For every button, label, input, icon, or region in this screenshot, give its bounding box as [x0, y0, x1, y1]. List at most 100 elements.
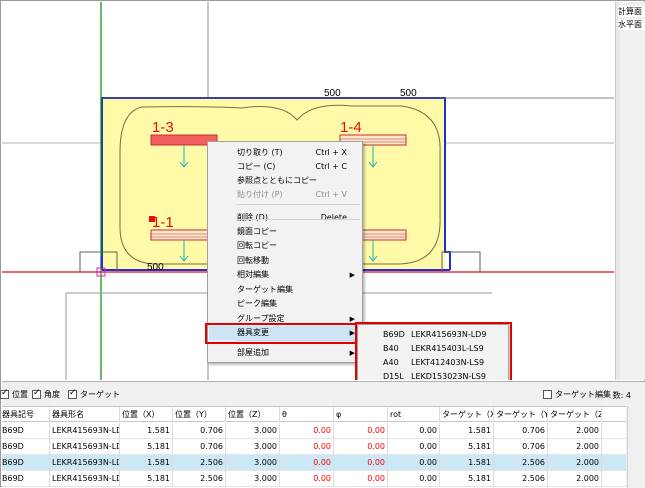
column-header[interactable]: ターゲット（X）: [440, 407, 494, 422]
table-cell[interactable]: 0.00: [388, 423, 440, 439]
context-menu-item[interactable]: 相対編集 ▶: [209, 268, 361, 282]
menu-item-shortcut: Ctrl + V: [315, 190, 348, 199]
table-row[interactable]: B69D LEKR415693N-LD9 5.181 0.706 3.000 0.00 0.…: [2, 439, 626, 455]
column-header[interactable]: 器具記号: [2, 407, 50, 422]
table-cell[interactable]: 0.00: [334, 439, 388, 455]
position-checkbox[interactable]: 位置: [0, 388, 28, 400]
fixture-table: 器具記号器具形名位置（X）位置（Y）位置（Z）θφrotターゲット（X）ターゲッ…: [2, 406, 626, 488]
menu-item-label: 参照点とともにコピー: [237, 176, 317, 185]
fixture-list-panel: 位置 角度 ターゲット ターゲット編集 数: 4 器具記号器具形名位置（X）位置…: [0, 381, 645, 488]
table-cell[interactable]: LEKR415693N-LD9: [50, 471, 120, 487]
menu-item-label: ピーク編集: [237, 299, 277, 308]
table-cell[interactable]: 0.00: [334, 471, 388, 487]
context-menu-item[interactable]: 貼り付け (P) Ctrl + V: [209, 188, 361, 202]
table-cell[interactable]: 3.000: [226, 423, 280, 439]
fixture-label: 1-1: [152, 214, 174, 231]
table-cell[interactable]: 3.000: [226, 439, 280, 455]
table-cell[interactable]: 3.000: [226, 455, 280, 471]
menu-item-shortcut: Ctrl + C: [315, 162, 347, 171]
context-menu-item[interactable]: 参照点とともにコピー: [209, 174, 361, 188]
menu-item-label: 相対編集: [237, 270, 269, 279]
column-header[interactable]: 位置（Z）: [226, 407, 280, 422]
menu-item-label: ターゲット編集: [237, 285, 293, 294]
column-header[interactable]: rot: [388, 407, 440, 422]
table-cell[interactable]: 5.181: [440, 439, 494, 455]
column-header[interactable]: ターゲット（Y）: [494, 407, 548, 422]
checkbox-box[interactable]: [68, 388, 77, 399]
context-menu-item[interactable]: ターゲット編集: [209, 283, 361, 297]
table-row[interactable]: B69D LEKR415693N-LD9 5.181 2.506 3.000 0.00 0.…: [2, 471, 626, 487]
checkbox-box[interactable]: [32, 388, 41, 399]
table-cell[interactable]: 0.00: [334, 455, 388, 471]
column-header[interactable]: 位置（X）: [120, 407, 173, 422]
column-header[interactable]: ターゲット（Z）: [548, 407, 602, 422]
table-cell[interactable]: 0.00: [280, 439, 334, 455]
checkbox-box[interactable]: [543, 390, 552, 399]
table-cell[interactable]: 2.506: [494, 471, 548, 487]
menu-item-label: 貼り付け (P): [237, 190, 283, 199]
table-cell[interactable]: 0.00: [280, 471, 334, 487]
table-cell[interactable]: 0.00: [388, 471, 440, 487]
context-menu-item[interactable]: 鏡面コピー: [209, 225, 361, 239]
table-cell[interactable]: B69D: [2, 455, 50, 471]
table-cell[interactable]: 0.706: [173, 439, 226, 455]
table-cell[interactable]: 2.506: [173, 471, 226, 487]
column-header[interactable]: 器具形名: [50, 407, 120, 422]
table-cell[interactable]: 1.581: [440, 455, 494, 471]
table-cell[interactable]: 0.00: [280, 455, 334, 471]
column-header[interactable]: θ: [280, 407, 334, 422]
context-menu-item[interactable]: 回転移動: [209, 254, 361, 268]
table-cell[interactable]: 1.581: [120, 455, 173, 471]
table-cell[interactable]: 0.00: [388, 455, 440, 471]
table-cell[interactable]: 2.506: [173, 455, 226, 471]
table-cell[interactable]: 2.000: [548, 439, 602, 455]
checkbox-box[interactable]: [0, 388, 9, 399]
column-header[interactable]: 位置（Y）: [173, 407, 226, 422]
table-scrollbar[interactable]: [627, 406, 645, 488]
application-window: 500 500 500 1-3 1-4 1-1 切り取り (T) Ctrl + X…: [0, 0, 645, 488]
table-cell[interactable]: B69D: [2, 439, 50, 455]
table-cell[interactable]: LEKR415693N-LD9: [50, 455, 120, 471]
tab-horizontal-plane[interactable]: 水平面: [618, 19, 645, 30]
table-cell[interactable]: 5.181: [440, 471, 494, 487]
annotation-highlight-submenu: [355, 322, 512, 380]
table-cell[interactable]: 1.581: [440, 423, 494, 439]
table-cell[interactable]: LEKR415693N-LD9: [50, 439, 120, 455]
table-cell[interactable]: 5.181: [120, 471, 173, 487]
context-menu-item[interactable]: 部屋追加 ▶: [209, 346, 361, 360]
table-cell[interactable]: B69D: [2, 471, 50, 487]
table-cell[interactable]: 3.000: [226, 471, 280, 487]
table-cell[interactable]: 0.00: [388, 439, 440, 455]
tab-calc-plane[interactable]: 計算面: [618, 6, 645, 17]
table-cell[interactable]: 0.706: [494, 439, 548, 455]
column-header[interactable]: φ: [334, 407, 388, 422]
table-cell[interactable]: 2.000: [548, 423, 602, 439]
table-cell[interactable]: 5.181: [120, 439, 173, 455]
panel-scrollbar[interactable]: [616, 2, 620, 380]
angle-checkbox[interactable]: 角度: [32, 388, 60, 400]
table-cell[interactable]: B69D: [2, 423, 50, 439]
menu-item-label: コピー (C): [237, 162, 276, 171]
target-checkbox[interactable]: ターゲット: [68, 388, 120, 400]
table-row[interactable]: B69D LEKR415693N-LD9 1.581 2.506 3.000 0.00 0.…: [2, 455, 626, 471]
context-menu-item[interactable]: ピーク編集: [209, 297, 361, 311]
table-cell[interactable]: 0.00: [334, 423, 388, 439]
table-cell[interactable]: 1.581: [120, 423, 173, 439]
target-edit-checkbox[interactable]: ターゲット編集: [543, 389, 611, 400]
table-cell[interactable]: 0.706: [494, 423, 548, 439]
context-menu-item[interactable]: コピー (C) Ctrl + C: [209, 160, 361, 174]
table-row[interactable]: B69D LEKR415693N-LD9 1.581 0.706 3.000 0.00 0.…: [2, 423, 626, 439]
right-side-panel: 計算面 水平面: [615, 2, 645, 380]
menu-item-label: 回転コピー: [237, 241, 277, 250]
context-menu-item[interactable]: 削除 (D) Delete: [209, 211, 361, 225]
table-cell[interactable]: 0.706: [173, 423, 226, 439]
context-menu-item[interactable]: 回転コピー: [209, 239, 361, 253]
table-cell[interactable]: 2.506: [494, 455, 548, 471]
menu-item-label: 鏡面コピー: [237, 227, 277, 236]
drawing-canvas[interactable]: 500 500 500 1-3 1-4 1-1 切り取り (T) Ctrl + X…: [2, 2, 614, 380]
context-menu-item[interactable]: 切り取り (T) Ctrl + X: [209, 146, 361, 160]
table-cell[interactable]: 2.000: [548, 455, 602, 471]
table-cell[interactable]: 2.000: [548, 471, 602, 487]
table-cell[interactable]: LEKR415693N-LD9: [50, 423, 120, 439]
table-cell[interactable]: 0.00: [280, 423, 334, 439]
